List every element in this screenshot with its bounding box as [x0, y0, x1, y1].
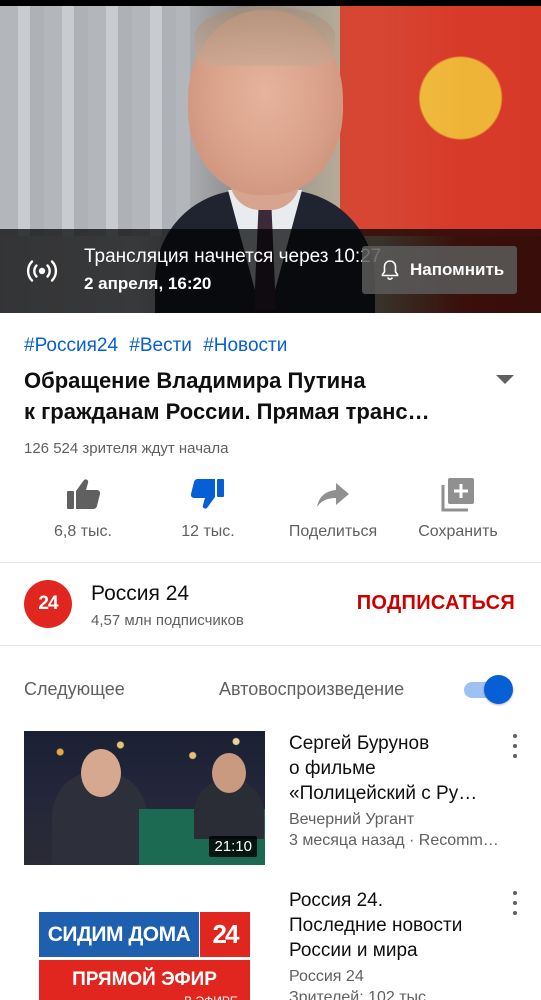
bell-icon: [381, 260, 399, 280]
save-label: Сохранить: [418, 523, 498, 540]
live-broadcast-icon: [26, 258, 58, 284]
more-options-icon[interactable]: [506, 891, 524, 915]
dislike-count: 12 тыс.: [181, 523, 235, 540]
video-card-title-line: «Полицейский с Ру…: [289, 783, 478, 804]
hashtag-link[interactable]: #Вести: [129, 335, 192, 356]
like-button[interactable]: 6,8 тыс.: [23, 475, 143, 555]
hashtag-link[interactable]: #Россия24: [24, 335, 118, 356]
subscribe-button[interactable]: ПОДПИСАТЬСЯ: [357, 592, 515, 615]
share-icon: [317, 483, 349, 507]
remind-me-button[interactable]: Напомнить: [362, 246, 517, 294]
divider: [0, 645, 541, 646]
waiting-viewers-count: 126 524 зрителя ждут начала: [24, 440, 229, 457]
add-to-playlist-icon: [441, 478, 474, 512]
subscriber-count: 4,57 млн подписчиков: [91, 612, 244, 629]
video-title-line: к гражданам России. Прямая транс…: [24, 399, 430, 424]
thumbs-up-icon: [67, 479, 101, 509]
divider: [0, 562, 541, 563]
video-card-channel: Вечерний Ургант: [289, 811, 415, 828]
more-options-icon[interactable]: [506, 734, 524, 758]
hashtag-link[interactable]: #Новости: [203, 335, 287, 356]
up-next-heading: Следующее: [24, 679, 125, 699]
like-count: 6,8 тыс.: [54, 523, 112, 540]
expand-description-icon[interactable]: [494, 373, 516, 385]
live-badge: В ЭФИРЕ: [172, 992, 250, 1000]
dislike-button[interactable]: 12 тыс.: [148, 475, 268, 555]
video-card[interactable]: СИДИМ ДОМА 24 ПРЯМОЙ ЭФИР В ЭФИРЕ Россия…: [0, 888, 541, 1000]
action-bar: 6,8 тыс. 12 тыс. Поделиться Сохранить: [0, 475, 541, 555]
share-label: Поделиться: [288, 523, 378, 540]
remind-me-label: Напомнить: [410, 260, 505, 279]
video-thumbnail[interactable]: 21:10: [24, 731, 265, 865]
video-card-title[interactable]: Сергей Бурунов о фильме «Полицейский с Р…: [289, 731, 499, 806]
premiere-date: 2 апреля, 16:20: [84, 274, 212, 293]
video-card-title-line: Россия 24.: [289, 890, 383, 911]
channel-name[interactable]: Россия 24: [91, 582, 189, 606]
thumbnail-logo: 24: [200, 912, 250, 957]
video-card-meta: Зрителей: 102 тыс.: [289, 989, 431, 1000]
video-card-title[interactable]: Россия 24. Последние новости России и ми…: [289, 888, 499, 963]
thumbnail-host-head: [212, 753, 246, 793]
autoplay-toggle[interactable]: [462, 674, 514, 704]
channel-avatar[interactable]: 24: [24, 580, 72, 628]
video-duration: 21:10: [209, 836, 257, 857]
video-thumbnail[interactable]: СИДИМ ДОМА 24 ПРЯМОЙ ЭФИР В ЭФИРЕ: [24, 888, 265, 1000]
autoplay-label: Автовоспроизведение: [219, 679, 405, 699]
video-card[interactable]: 21:10 Сергей Бурунов о фильме «Полицейск…: [0, 731, 541, 871]
video-card-title-line: Последние новости: [289, 915, 463, 936]
thumbnail-banner-top: СИДИМ ДОМА: [39, 912, 199, 957]
video-title-line: Обращение Владимира Путина: [24, 368, 366, 393]
share-button[interactable]: Поделиться: [273, 475, 393, 555]
video-card-meta: 3 месяца назад · Recomm…: [289, 832, 499, 849]
video-card-channel: Россия 24: [289, 968, 364, 985]
save-button[interactable]: Сохранить: [398, 475, 518, 555]
hashtag-list: #Россия24 #Вести #Новости: [24, 335, 293, 357]
video-card-title-line: о фильме: [289, 758, 376, 779]
thumbs-down-icon: [190, 479, 224, 509]
video-title[interactable]: Обращение Владимира Путина к гражданам Р…: [24, 365, 474, 427]
preview-hair: [195, 6, 335, 66]
video-player[interactable]: Трансляция начнется через 10:27 2 апреля…: [0, 0, 541, 313]
video-card-title-line: Сергей Бурунов: [289, 733, 430, 754]
toggle-knob: [484, 675, 513, 704]
thumbnail-guest-head: [81, 749, 121, 797]
video-card-title-line: России и мира: [289, 940, 418, 961]
premiere-countdown: Трансляция начнется через 10:27: [84, 246, 382, 267]
